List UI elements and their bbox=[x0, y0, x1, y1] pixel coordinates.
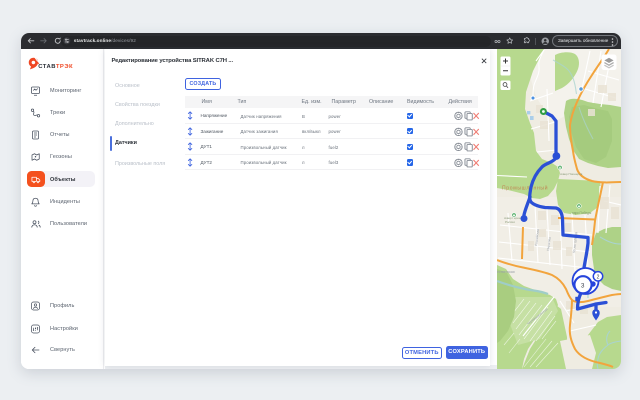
svg-text:3: 3 bbox=[581, 283, 585, 290]
svg-text:России: России bbox=[505, 220, 515, 224]
svg-text:парк Победы: парк Победы bbox=[572, 211, 592, 215]
svg-text:сквер Пионеров: сквер Пионеров bbox=[560, 172, 583, 176]
svg-text:2: 2 bbox=[597, 275, 600, 281]
svg-text:Промышленный: Промышленный bbox=[502, 185, 548, 192]
svg-text:ественская: ественская bbox=[497, 270, 515, 274]
